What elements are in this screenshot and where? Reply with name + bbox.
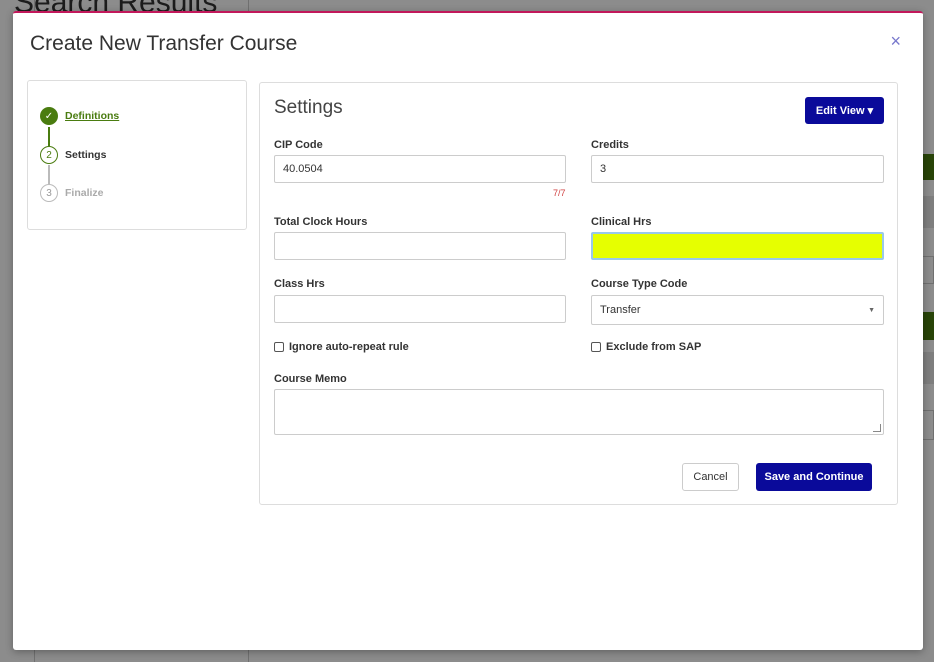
step-finalize: 3 Finalize <box>40 184 104 202</box>
step-settings: 2 Settings <box>40 146 106 164</box>
create-transfer-course-modal: Create New Transfer Course × ✓ Definitio… <box>13 11 923 650</box>
settings-panel: Settings Edit View ▾ CIP Code 40.0504 7/… <box>259 82 898 505</box>
step-label[interactable]: Definitions <box>65 110 119 122</box>
clinical-hrs-input[interactable] <box>591 232 884 260</box>
wizard-stepper: ✓ Definitions 2 Settings 3 Finalize <box>27 80 247 230</box>
exclude-from-sap-checkbox[interactable] <box>591 342 601 352</box>
step-connector <box>48 127 50 146</box>
step-number: 2 <box>40 146 58 164</box>
class-hrs-label: Class Hrs <box>274 278 325 290</box>
course-type-code-value: Transfer <box>600 304 641 316</box>
modal-title: Create New Transfer Course <box>30 32 298 55</box>
exclude-from-sap-label[interactable]: Exclude from SAP <box>606 341 701 353</box>
credits-label: Credits <box>591 139 629 151</box>
resize-handle-icon[interactable] <box>873 424 881 432</box>
total-clock-hours-label: Total Clock Hours <box>274 216 368 228</box>
check-icon: ✓ <box>40 107 58 125</box>
close-icon[interactable]: × <box>890 31 901 52</box>
step-definitions[interactable]: ✓ Definitions <box>40 107 119 125</box>
cip-code-label: CIP Code <box>274 139 323 151</box>
settings-title: Settings <box>274 97 343 118</box>
step-connector <box>48 165 50 184</box>
exclude-from-sap-row[interactable]: Exclude from SAP <box>591 341 701 353</box>
step-number: 3 <box>40 184 58 202</box>
save-and-continue-button[interactable]: Save and Continue <box>756 463 872 491</box>
edit-view-button[interactable]: Edit View ▾ <box>805 97 884 124</box>
course-type-code-select[interactable]: Transfer ▼ <box>591 295 884 325</box>
course-type-code-label: Course Type Code <box>591 278 688 290</box>
credits-input[interactable]: 3 <box>591 155 884 183</box>
course-memo-label: Course Memo <box>274 373 347 385</box>
step-label: Finalize <box>65 187 104 199</box>
cip-code-counter: 7/7 <box>553 188 566 198</box>
cancel-button[interactable]: Cancel <box>682 463 739 491</box>
ignore-auto-repeat-checkbox[interactable] <box>274 342 284 352</box>
total-clock-hours-input[interactable] <box>274 232 566 260</box>
step-label: Settings <box>65 149 107 161</box>
caret-down-icon: ▼ <box>868 307 875 314</box>
course-memo-textarea[interactable] <box>274 389 884 435</box>
ignore-auto-repeat-label[interactable]: Ignore auto-repeat rule <box>289 341 409 353</box>
clinical-hrs-label: Clinical Hrs <box>591 216 652 228</box>
cip-code-input[interactable]: 40.0504 <box>274 155 566 183</box>
class-hrs-input[interactable] <box>274 295 566 323</box>
ignore-auto-repeat-row[interactable]: Ignore auto-repeat rule <box>274 341 409 353</box>
